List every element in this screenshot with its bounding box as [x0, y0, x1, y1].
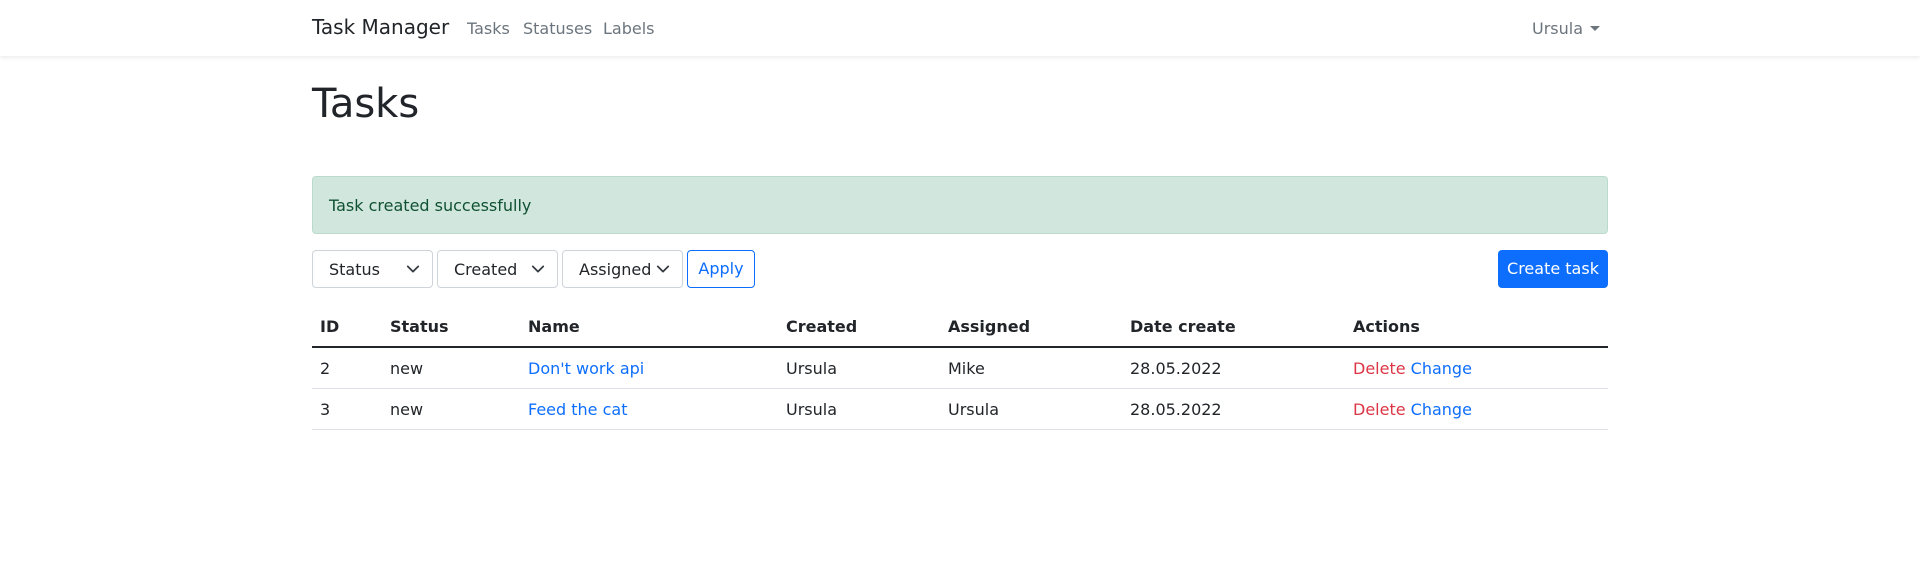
task-assignee: Ursula: [940, 388, 1122, 430]
task-created-by: Ursula: [778, 388, 940, 430]
table-row: 2 new Don't work api Ursula Mike 28.05.2…: [312, 347, 1608, 389]
task-name-link[interactable]: Feed the cat: [528, 400, 627, 419]
column-header-actions: Actions: [1345, 306, 1608, 348]
success-alert: Task created successfully: [312, 176, 1608, 234]
change-link[interactable]: Change: [1411, 359, 1472, 378]
task-actions: Delete Change: [1345, 347, 1608, 389]
user-menu-toggle[interactable]: Ursula: [1532, 19, 1600, 38]
task-created-by: Ursula: [778, 347, 940, 389]
tasks-table: ID Status Name Created Assigned Date cre…: [312, 306, 1608, 430]
alert-message: Task created successfully: [329, 196, 532, 215]
chevron-down-icon: [531, 265, 545, 273]
status-filter-label: Status: [329, 260, 380, 279]
column-header-status: Status: [382, 306, 520, 348]
created-filter-select[interactable]: Created: [437, 250, 558, 288]
task-name-cell: Feed the cat: [520, 388, 778, 430]
column-header-assigned: Assigned: [940, 306, 1122, 348]
table-header-row: ID Status Name Created Assigned Date cre…: [312, 306, 1608, 348]
created-filter-label: Created: [454, 260, 518, 279]
page-title: Tasks: [312, 81, 420, 127]
task-date-create: 28.05.2022: [1122, 347, 1345, 389]
assigned-filter-label: Assigned: [579, 260, 652, 279]
delete-link[interactable]: Delete: [1353, 400, 1406, 419]
nav-link-labels[interactable]: Labels: [603, 19, 655, 38]
caret-down-icon: [1590, 26, 1600, 31]
chevron-down-icon: [656, 265, 670, 273]
task-assignee: Mike: [940, 347, 1122, 389]
task-name-cell: Don't work api: [520, 347, 778, 389]
table-row: 3 new Feed the cat Ursula Ursula 28.05.2…: [312, 388, 1608, 430]
delete-link[interactable]: Delete: [1353, 359, 1406, 378]
navbar: Task Manager Tasks Statuses Labels Ursul…: [0, 0, 1920, 56]
nav-link-tasks[interactable]: Tasks: [467, 19, 510, 38]
change-link[interactable]: Change: [1411, 400, 1472, 419]
status-filter-select[interactable]: Status: [312, 250, 433, 288]
column-header-id: ID: [312, 306, 382, 348]
brand-link[interactable]: Task Manager: [312, 15, 449, 39]
task-name-link[interactable]: Don't work api: [528, 359, 644, 378]
task-id: 2: [312, 347, 382, 389]
task-actions: Delete Change: [1345, 388, 1608, 430]
task-id: 3: [312, 388, 382, 430]
apply-button[interactable]: Apply: [687, 250, 755, 288]
task-status: new: [382, 388, 520, 430]
assigned-filter-select[interactable]: Assigned: [562, 250, 683, 288]
task-date-create: 28.05.2022: [1122, 388, 1345, 430]
column-header-created: Created: [778, 306, 940, 348]
create-task-button[interactable]: Create task: [1498, 250, 1608, 288]
task-status: new: [382, 347, 520, 389]
user-name: Ursula: [1531, 19, 1583, 38]
chevron-down-icon: [406, 265, 420, 273]
column-header-name: Name: [520, 306, 778, 348]
nav-link-statuses[interactable]: Statuses: [523, 19, 592, 38]
column-header-date-create: Date create: [1122, 306, 1345, 348]
